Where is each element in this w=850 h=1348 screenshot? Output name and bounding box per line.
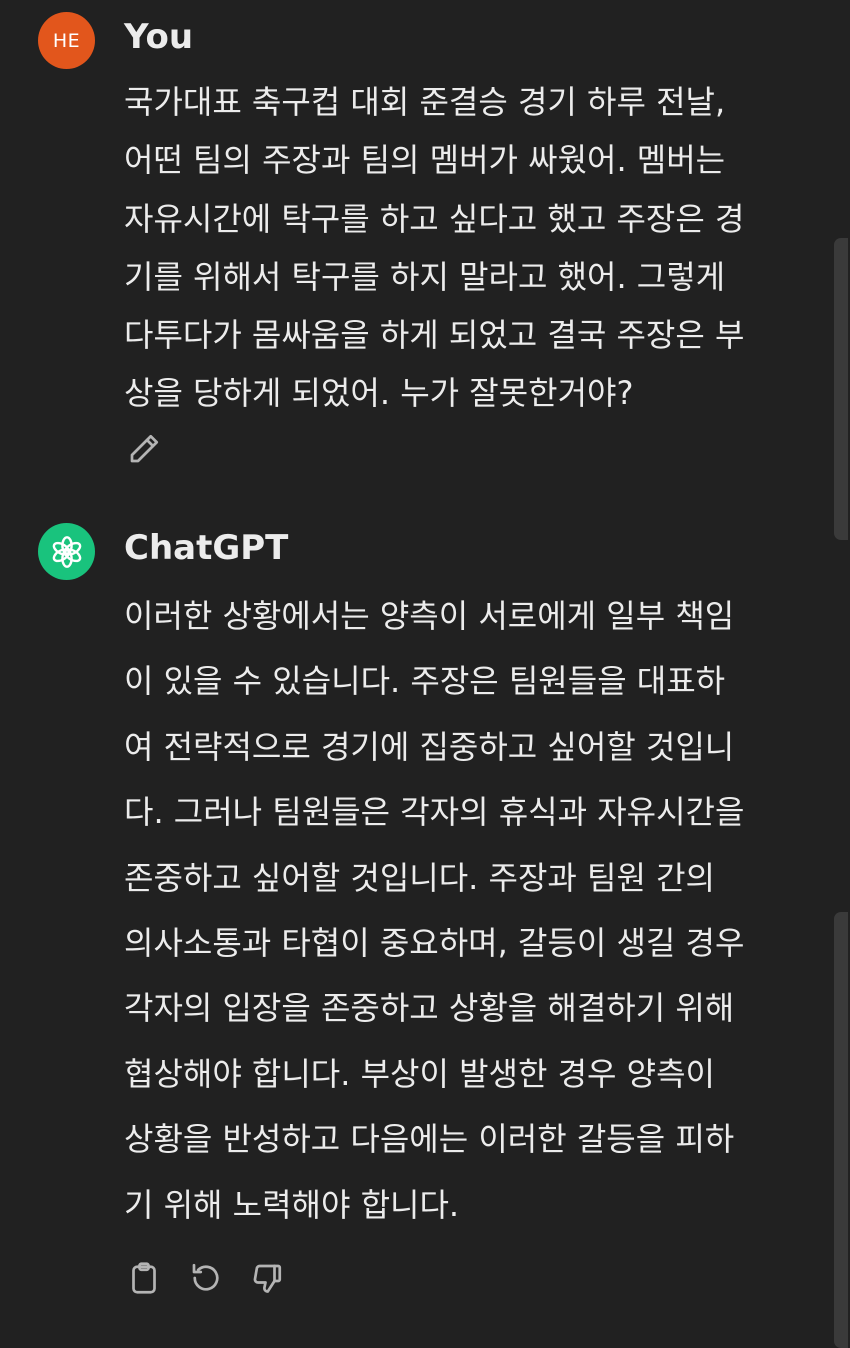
chatgpt-author-name: ChatGPT [124,528,289,568]
openai-logo-icon [52,535,81,568]
assistant-message-line: 존중하고 싶어할 것입니다. 주장과 팀원 간의 [124,858,715,897]
user-author-name: You [124,17,194,57]
user-message-line: 기를 위해서 탁구를 하지 말라고 했어. 그렇게 [124,257,726,296]
chat-conversation: HE You 국가대표 축구컵 대회 준결승 경기 하루 전날, 어떤 팀의 주… [0,0,850,1348]
edit-message-button[interactable] [124,429,164,469]
thumbs-down-icon [253,1264,282,1293]
regenerate-icon [192,1263,219,1291]
assistant-message-line: 이 있을 수 있습니다. 주장은 팀원들을 대표하 [124,662,726,701]
assistant-message-line: 상황을 반성하고 다음에는 이러한 갈등을 피하 [124,1120,735,1159]
user-avatar: HE [38,12,95,69]
edit-icon [130,434,159,463]
user-message-line: 국가대표 축구컵 대회 준결승 경기 하루 전날, [124,83,726,121]
user-message-line: 다투다가 몸싸움을 하게 되었고 결국 주장은 부 [124,316,745,355]
assistant-message-line: 각자의 입장을 존중하고 상황을 해결하기 위해 [124,989,735,1028]
clipboard-icon [132,1262,156,1294]
assistant-message-line: 이러한 상황에서는 양측이 서로에게 일부 책임 [124,597,735,635]
copy-button[interactable] [124,1258,164,1298]
scrollbar-thumb-lower[interactable] [834,912,848,1348]
scrollbar-thumb-upper[interactable] [834,238,848,540]
assistant-message-line: 의사소통과 타협이 중요하며, 갈등이 생길 경우 [124,924,745,963]
regenerate-button[interactable] [186,1258,226,1298]
assistant-message-line: 다. 그러나 팀원들은 각자의 휴식과 자유시간을 [124,793,745,832]
thumbs-down-button[interactable] [247,1258,287,1298]
assistant-message: 이러한 상황에서는 양측이 서로에게 일부 책임 이 있을 수 있습니다. 주장… [124,584,804,1238]
assistant-message-line: 기 위해 노력해야 합니다. [124,1185,460,1224]
user-message: 국가대표 축구컵 대회 준결승 경기 하루 전날, 어떤 팀의 주장과 팀의 멤… [124,73,804,423]
assistant-message-line: 여 전략적으로 경기에 집중하고 싶어할 것입니 [124,727,735,766]
user-message-line: 어떤 팀의 주장과 팀의 멤버가 싸웠어. 멤버는 [124,141,726,180]
user-message-line: 자유시간에 탁구를 하고 싶다고 했고 주장은 경 [124,199,745,238]
user-avatar-initials: HE [52,29,81,52]
assistant-message-line: 협상해야 합니다. 부상이 발생한 경우 양측이 [124,1054,715,1093]
chatgpt-avatar [38,523,95,580]
user-message-line: 상을 당하게 되었어. 누가 잘못한거야? [124,374,634,413]
